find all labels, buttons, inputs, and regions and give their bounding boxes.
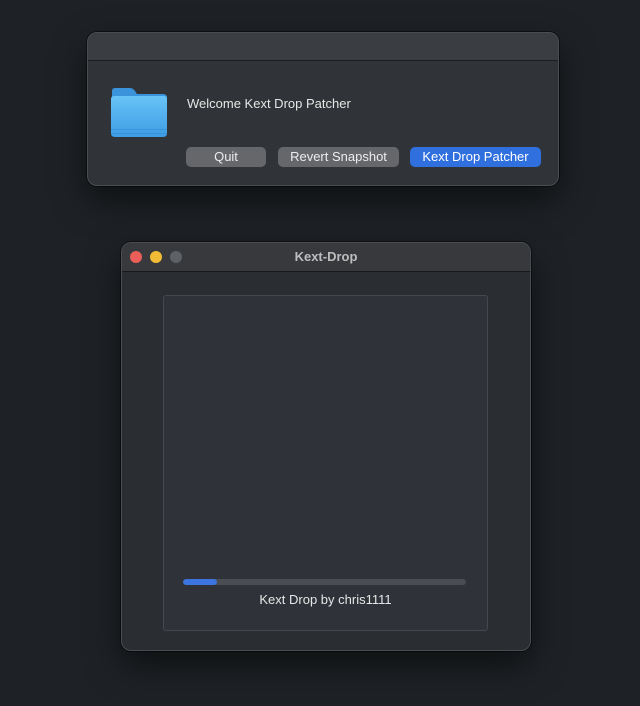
quit-button[interactable]: Quit [186,147,266,167]
kext-drop-patcher-button[interactable]: Kext Drop Patcher [410,147,541,167]
welcome-dialog: Welcome Kext Drop Patcher Quit Revert Sn… [87,32,559,186]
dialog-titlebar[interactable] [88,33,558,61]
progress-bar [183,579,466,585]
credit-label: Kext Drop by chris1111 [259,592,392,607]
window-titlebar[interactable]: Kext-Drop [122,243,530,272]
revert-snapshot-button[interactable]: Revert Snapshot [278,147,399,167]
window-title: Kext-Drop [294,249,358,264]
folder-icon [111,88,167,137]
kext-drop-window: Kext-Drop Kext Drop by chris1111 [121,242,531,651]
welcome-message: Welcome Kext Drop Patcher [187,96,351,111]
progress-bar-fill [183,579,217,585]
content-panel: Kext Drop by chris1111 [163,295,488,631]
